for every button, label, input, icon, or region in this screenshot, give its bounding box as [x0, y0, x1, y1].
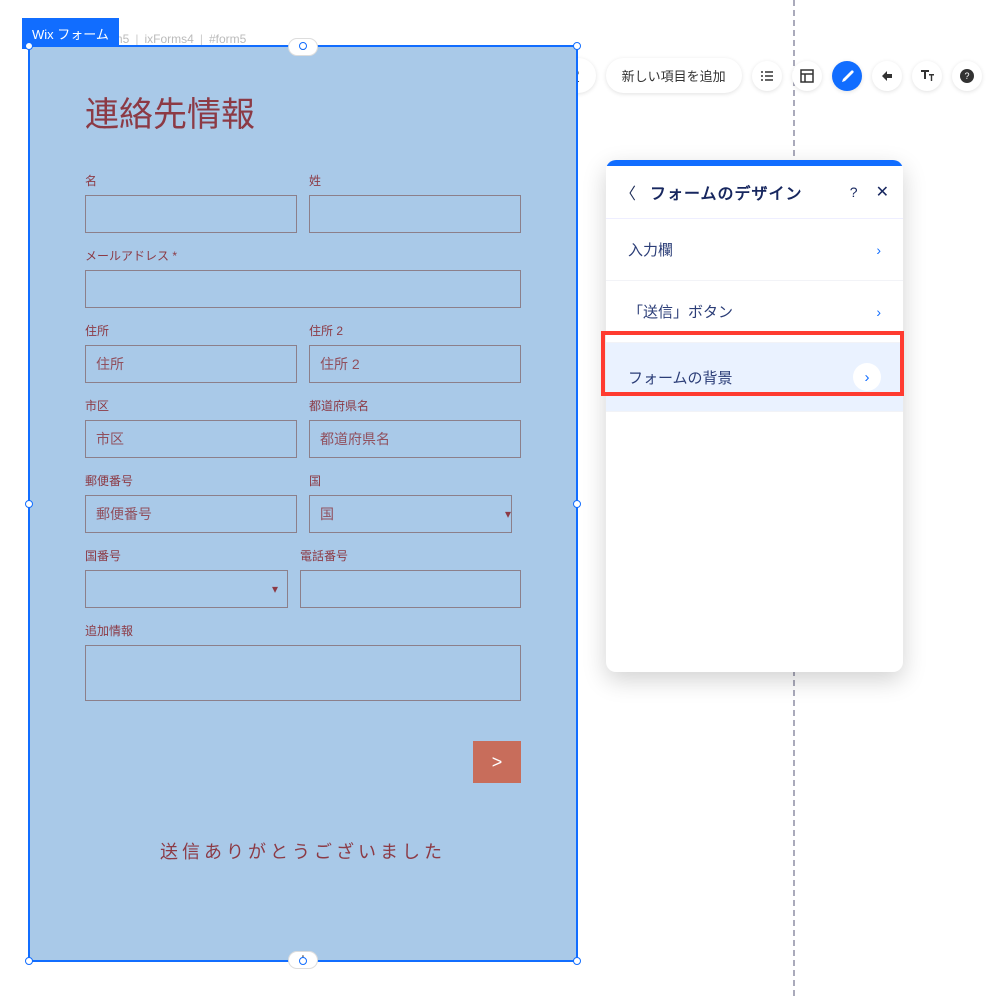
- resize-handle[interactable]: [25, 42, 33, 50]
- panel-item-label: 入力欄: [628, 239, 673, 260]
- form-canvas[interactable]: 連絡先情報 名 姓 メールアドレス * 住所 住所 2 市区 都道府県名 郵便番…: [30, 47, 576, 960]
- design-panel: 〈 フォームのデザイン ? ✕ 入力欄 › 「送信」ボタン › フォームの背景 …: [606, 160, 903, 672]
- breadcrumb-seg-3: #form5: [209, 32, 246, 46]
- first-name-field[interactable]: [85, 195, 297, 233]
- resize-handle[interactable]: [299, 957, 307, 965]
- form-title: 連絡先情報: [85, 87, 521, 136]
- resize-handle[interactable]: [573, 957, 581, 965]
- form-selection-frame[interactable]: 連絡先情報 名 姓 メールアドレス * 住所 住所 2 市区 都道府県名 郵便番…: [28, 45, 578, 962]
- phone-field[interactable]: [300, 570, 521, 608]
- resize-handle[interactable]: [573, 500, 581, 508]
- extra-info-field[interactable]: [85, 645, 521, 701]
- panel-help-icon[interactable]: ?: [850, 184, 858, 200]
- country-select[interactable]: [309, 495, 512, 533]
- state-field[interactable]: [309, 420, 521, 458]
- text-settings-icon[interactable]: [912, 61, 942, 91]
- label-email: メールアドレス *: [85, 247, 521, 264]
- chevron-right-icon: ›: [876, 242, 881, 258]
- label-country-code: 国番号: [85, 547, 288, 564]
- resize-handle[interactable]: [25, 500, 33, 508]
- panel-item-inputs[interactable]: 入力欄 ›: [606, 219, 903, 281]
- chevron-right-icon: ›: [853, 363, 881, 391]
- animation-icon[interactable]: [872, 61, 902, 91]
- panel-title: フォームのデザイン: [650, 180, 850, 204]
- label-state: 都道府県名: [309, 397, 521, 414]
- label-country: 国: [309, 472, 521, 489]
- panel-item-label: 「送信」ボタン: [628, 301, 733, 322]
- address-1-field[interactable]: [85, 345, 297, 383]
- label-addr1: 住所: [85, 322, 297, 339]
- label-zip: 郵便番号: [85, 472, 297, 489]
- resize-handle[interactable]: [573, 42, 581, 50]
- city-field[interactable]: [85, 420, 297, 458]
- panel-header: 〈 フォームのデザイン ? ✕: [606, 166, 903, 219]
- back-icon[interactable]: 〈: [620, 180, 636, 204]
- label-last-name: 姓: [309, 172, 521, 189]
- thank-you-message: 送信ありがとうございました: [85, 838, 521, 864]
- layout-icon[interactable]: [792, 61, 822, 91]
- submit-arrow-icon: >: [492, 752, 503, 773]
- list-fields-icon[interactable]: [752, 61, 782, 91]
- country-code-select[interactable]: [85, 570, 288, 608]
- breadcrumb: orm5|ixForms4|#form5: [102, 32, 246, 46]
- last-name-field[interactable]: [309, 195, 521, 233]
- label-first-name: 名: [85, 172, 297, 189]
- submit-button[interactable]: >: [473, 741, 521, 783]
- panel-item-label: フォームの背景: [628, 367, 733, 388]
- resize-handle[interactable]: [25, 957, 33, 965]
- panel-item-background[interactable]: フォームの背景 ›: [606, 343, 903, 412]
- help-icon[interactable]: ?: [952, 61, 982, 91]
- address-2-field[interactable]: [309, 345, 521, 383]
- zip-field[interactable]: [85, 495, 297, 533]
- resize-handle[interactable]: [299, 42, 307, 50]
- label-phone: 電話番号: [300, 547, 521, 564]
- label-extra: 追加情報: [85, 622, 521, 639]
- chevron-right-icon: ›: [876, 304, 881, 320]
- design-icon[interactable]: [832, 61, 862, 91]
- label-city: 市区: [85, 397, 297, 414]
- breadcrumb-seg-2: ixForms4: [144, 32, 193, 46]
- svg-text:?: ?: [964, 71, 969, 81]
- add-field-button[interactable]: 新しい項目を追加: [606, 58, 742, 93]
- panel-item-submit[interactable]: 「送信」ボタン ›: [606, 281, 903, 343]
- close-icon[interactable]: ✕: [876, 182, 889, 202]
- label-addr2: 住所 2: [309, 322, 521, 339]
- email-field[interactable]: [85, 270, 521, 308]
